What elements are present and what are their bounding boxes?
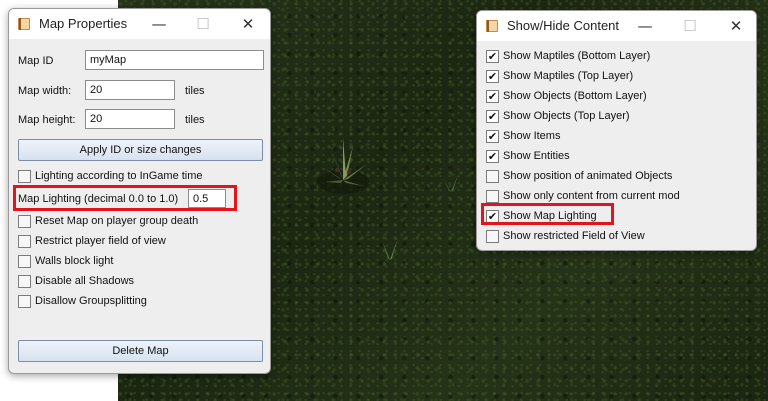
- reset-map-on-player-group-death-checkbox[interactable]: Reset Map on player group death: [18, 213, 198, 229]
- small-plant: [440, 175, 462, 192]
- close-button[interactable]: ✕: [226, 9, 270, 39]
- map-properties-titlebar[interactable]: Map Properties — ☐ ✕: [9, 9, 270, 39]
- show-hide-titlebar[interactable]: Show/Hide Content — ☐ ✕: [477, 11, 756, 41]
- small-plant: [378, 238, 402, 260]
- map-height-field[interactable]: [85, 109, 175, 129]
- restrict-player-field-of-view-checkbox[interactable]: Restrict player field of view: [18, 233, 166, 249]
- show-position-of-animated-objects-checkbox[interactable]: Show position of animated Objects: [486, 168, 672, 184]
- check-icon[interactable]: ✔: [486, 129, 499, 143]
- show-hide-content-window: Show/Hide Content — ☐ ✕ ✔ Show Maptiles (…: [476, 10, 757, 251]
- window-title: Map Properties: [39, 16, 128, 31]
- checkbox-box[interactable]: [18, 294, 31, 308]
- disable-all-shadows-checkbox[interactable]: Disable all Shadows: [18, 273, 134, 289]
- show-objects-top-layer-checkbox[interactable]: ✔ Show Objects (Top Layer): [486, 108, 630, 124]
- show-maptiles-top-layer-checkbox[interactable]: ✔ Show Maptiles (Top Layer): [486, 68, 633, 84]
- large-fern-plant: [317, 138, 369, 194]
- walls-block-light-checkbox[interactable]: Walls block light: [18, 253, 113, 269]
- map-width-field[interactable]: [85, 80, 175, 100]
- show-entities-checkbox[interactable]: ✔ Show Entities: [486, 148, 570, 164]
- check-icon[interactable]: ✔: [486, 209, 499, 223]
- map-properties-window: Map Properties — ☐ ✕ Map ID Map width: t…: [8, 8, 271, 374]
- map-id-field[interactable]: [85, 50, 264, 70]
- book-icon: [486, 20, 498, 32]
- lighting-ingame-checkbox[interactable]: Lighting according to InGame time: [18, 168, 203, 184]
- checkbox-box[interactable]: [18, 254, 31, 268]
- disallow-groupsplitting-checkbox[interactable]: Disallow Groupsplitting: [18, 293, 147, 309]
- check-icon[interactable]: ✔: [486, 89, 499, 103]
- check-icon[interactable]: ✔: [486, 69, 499, 83]
- show-maptiles-bottom-layer-checkbox[interactable]: ✔ Show Maptiles (Bottom Layer): [486, 48, 650, 64]
- book-icon: [18, 18, 30, 30]
- checkbox-box[interactable]: [18, 274, 31, 288]
- maximize-button[interactable]: ☐: [668, 11, 712, 41]
- map-lighting-field[interactable]: [188, 189, 226, 208]
- delete-map-button[interactable]: Delete Map: [18, 340, 263, 362]
- checkbox-box[interactable]: [18, 234, 31, 248]
- check-icon[interactable]: ✔: [486, 109, 499, 123]
- check-icon[interactable]: ✔: [486, 149, 499, 163]
- map-width-label: Map width:: [18, 85, 72, 97]
- minimize-button[interactable]: —: [623, 11, 667, 41]
- map-id-label: Map ID: [18, 55, 54, 67]
- show-objects-bottom-layer-checkbox[interactable]: ✔ Show Objects (Bottom Layer): [486, 88, 647, 104]
- window-title: Show/Hide Content: [507, 18, 620, 33]
- checkbox-box[interactable]: [18, 169, 31, 183]
- minimize-button[interactable]: —: [137, 9, 181, 39]
- check-icon[interactable]: ✔: [486, 49, 499, 63]
- show-items-checkbox[interactable]: ✔ Show Items: [486, 128, 560, 144]
- checkbox-box[interactable]: [486, 189, 499, 203]
- close-button[interactable]: ✕: [714, 11, 756, 41]
- map-height-unit: tiles: [185, 114, 205, 126]
- map-width-unit: tiles: [185, 85, 205, 97]
- checkbox-box[interactable]: [18, 214, 31, 228]
- map-height-label: Map height:: [18, 114, 76, 126]
- map-lighting-label: Map Lighting (decimal 0.0 to 1.0): [18, 193, 179, 205]
- show-map-lighting-checkbox[interactable]: ✔ Show Map Lighting: [486, 208, 597, 224]
- checkbox-box[interactable]: [486, 229, 499, 243]
- show-only-content-from-current-mod-checkbox[interactable]: Show only content from current mod: [486, 188, 680, 204]
- show-restricted-field-of-view-checkbox[interactable]: Show restricted Field of View: [486, 228, 645, 244]
- apply-changes-button[interactable]: Apply ID or size changes: [18, 139, 263, 161]
- maximize-button[interactable]: ☐: [181, 9, 225, 39]
- checkbox-box[interactable]: [486, 169, 499, 183]
